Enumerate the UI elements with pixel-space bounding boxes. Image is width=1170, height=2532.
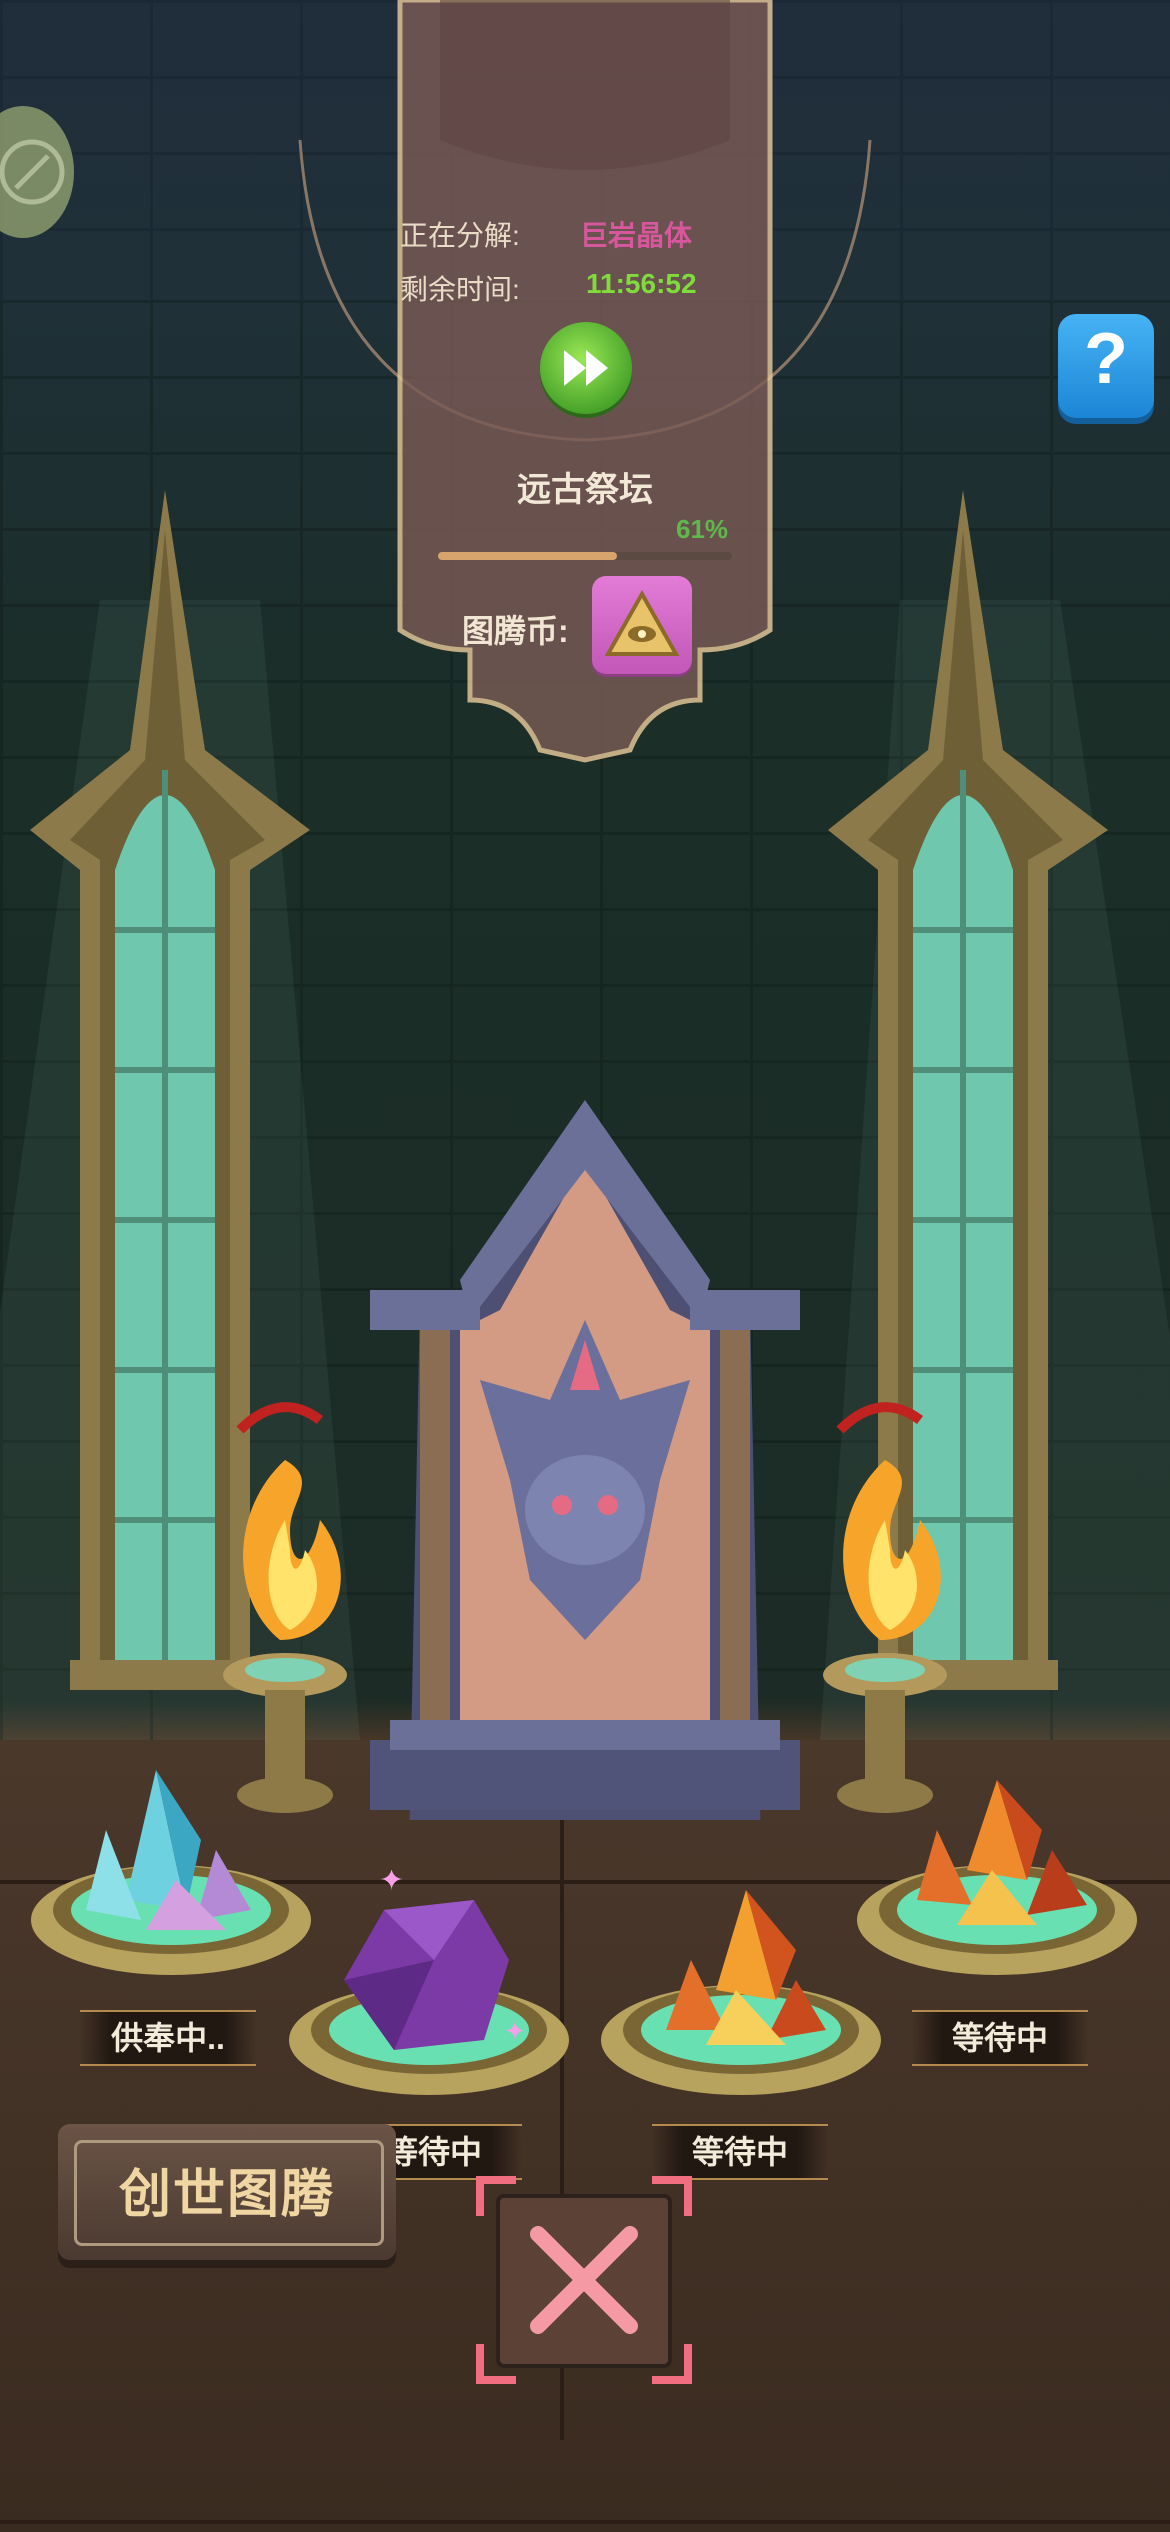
close-icon bbox=[476, 2176, 692, 2384]
remaining-time-value: 11:56:52 bbox=[586, 268, 697, 299]
fast-forward-button[interactable] bbox=[540, 322, 632, 414]
fast-forward-icon bbox=[564, 350, 608, 386]
question-icon: ? bbox=[1084, 319, 1128, 399]
progress-percent: 61% bbox=[676, 514, 729, 544]
decompose-label: 正在分解: bbox=[400, 220, 520, 251]
decompose-item-name: 巨岩晶体 bbox=[580, 220, 693, 251]
pedestal-4[interactable] bbox=[852, 1760, 1142, 2020]
orange-crystal-icon bbox=[857, 1780, 1137, 1975]
pedestal-1-status: 供奉中.. bbox=[80, 2010, 256, 2066]
left-brazier bbox=[223, 1402, 347, 1813]
ancient-altar-throne[interactable] bbox=[360, 1100, 820, 1820]
altar-title: 远古祭坛 bbox=[517, 471, 653, 509]
totem-coin-icon[interactable] bbox=[592, 576, 692, 674]
purple-gem-icon: ✦ ✦ bbox=[289, 1863, 569, 2095]
pedestal-4-status: 等待中 bbox=[912, 2010, 1088, 2066]
triangle-eye-icon bbox=[604, 589, 680, 656]
compass-icon bbox=[0, 139, 65, 205]
progress-bar bbox=[438, 552, 732, 560]
create-totem-button[interactable]: 创世图腾 bbox=[58, 2124, 396, 2260]
create-totem-label: 创世图腾 bbox=[118, 2166, 335, 2224]
pedestal-3[interactable] bbox=[596, 1870, 886, 2130]
remaining-time-label: 剩余时间: bbox=[400, 274, 520, 305]
right-brazier bbox=[823, 1402, 947, 1813]
pedestal-1[interactable] bbox=[26, 1760, 316, 2020]
totem-coin-label: 图腾币: bbox=[462, 613, 569, 649]
pedestal-2[interactable]: ✦ ✦ bbox=[284, 1863, 574, 2130]
cyan-crystal-icon bbox=[31, 1770, 311, 1975]
game-scene: 供奉中.. ✦ ✦ 等待中 等待中 等待中 正在分解: 巨岩晶体 剩余时间: 1… bbox=[0, 0, 1170, 2532]
compass-button[interactable] bbox=[0, 106, 74, 238]
progress-fill bbox=[438, 552, 618, 560]
svg-text:✦: ✦ bbox=[379, 1870, 404, 1898]
close-button[interactable] bbox=[476, 2176, 692, 2384]
pedestal-3-status: 等待中 bbox=[652, 2124, 828, 2180]
help-button[interactable]: ? bbox=[1058, 314, 1154, 418]
svg-text:✦: ✦ bbox=[504, 2017, 526, 2047]
orange-crystal-icon bbox=[601, 1890, 881, 2095]
